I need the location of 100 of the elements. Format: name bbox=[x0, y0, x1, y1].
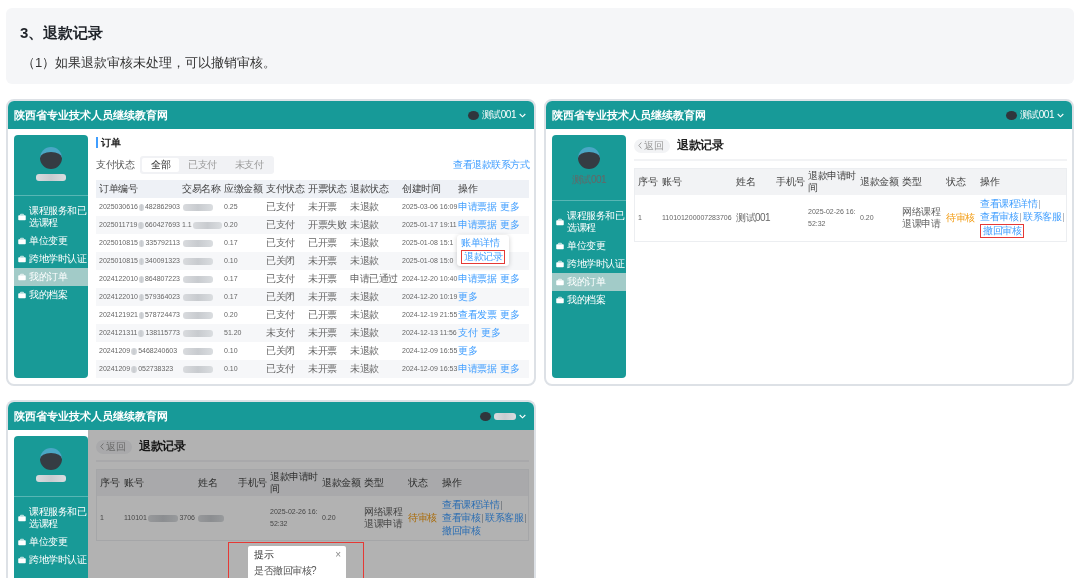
action-link[interactable]: 查看审核 bbox=[980, 211, 1018, 223]
action-link[interactable]: 支付 bbox=[458, 327, 477, 339]
table-cell-text: 未开票 bbox=[307, 363, 338, 375]
action-link[interactable]: 联系客服 bbox=[485, 512, 523, 524]
chevron-left-icon bbox=[638, 142, 642, 149]
table-cell-text: 未退款 bbox=[349, 201, 380, 213]
action-link[interactable]: 更多 bbox=[500, 219, 519, 231]
menu-item[interactable]: 退款记录 bbox=[464, 251, 502, 263]
filter-tab[interactable]: 已支付 bbox=[179, 158, 226, 172]
status-text: 待审核 bbox=[945, 211, 976, 225]
table-cell-text: 未退款 bbox=[349, 345, 380, 357]
briefcase-icon bbox=[18, 291, 26, 299]
account-menu[interactable]: 测试001 bbox=[1005, 108, 1064, 122]
table-cell-text: 已支付 bbox=[265, 363, 296, 375]
sidebar-item[interactable]: 跨地学时认证 bbox=[14, 250, 88, 268]
column-header: 操作 bbox=[979, 176, 1001, 188]
action-link[interactable]: 更多 bbox=[500, 273, 519, 285]
sidebar-item[interactable]: 我的订单 bbox=[552, 273, 626, 291]
briefcase-icon bbox=[18, 273, 26, 281]
action-link[interactable]: 申请票据 bbox=[458, 273, 496, 285]
column-header: 姓名 bbox=[735, 176, 756, 188]
column-header: 类型 bbox=[901, 176, 923, 188]
chevron-down-icon bbox=[1057, 112, 1064, 118]
action-link[interactable]: 联系客服 bbox=[1023, 211, 1061, 223]
action-link[interactable]: 查看课程详情 bbox=[980, 198, 1037, 210]
column-header: 开票状态 bbox=[307, 183, 348, 195]
avatar-placeholder bbox=[467, 110, 479, 120]
table-cell-text: 已支付 bbox=[265, 237, 296, 249]
sidebar-item[interactable]: 我的档案 bbox=[552, 291, 626, 309]
action-link[interactable]: 更多 bbox=[481, 327, 500, 339]
chevron-down-icon bbox=[519, 413, 526, 419]
avatar-placeholder bbox=[480, 411, 491, 421]
briefcase-icon bbox=[18, 514, 26, 522]
column-header: 交易名称 bbox=[181, 183, 222, 195]
action-link[interactable]: 申请票据 bbox=[458, 201, 496, 213]
avatar-placeholder bbox=[40, 448, 62, 470]
sidebar-item[interactable]: 课程服务和已选课程 bbox=[14, 202, 88, 232]
account-menu[interactable] bbox=[480, 411, 526, 421]
table-cell-text: 未开票 bbox=[307, 273, 338, 285]
back-button[interactable]: 返回 bbox=[634, 138, 670, 153]
table-cell-text: 未退款 bbox=[349, 363, 380, 375]
page-title: 退款记录 bbox=[139, 438, 185, 455]
action-link[interactable]: 撤回审核 bbox=[983, 225, 1021, 237]
table-cell-text: 未退款 bbox=[349, 327, 380, 339]
table-cell-text: 未支付 bbox=[265, 327, 296, 339]
table-cell-text: 已支付 bbox=[265, 201, 296, 213]
filter-tab[interactable]: 未支付 bbox=[225, 158, 272, 172]
table-cell-text: 未退款 bbox=[349, 309, 380, 321]
column-header: 退款申请时间 bbox=[807, 170, 857, 194]
briefcase-icon bbox=[18, 538, 26, 546]
table-cell-text: 未开票 bbox=[307, 255, 338, 267]
sidebar-item[interactable]: 课程服务和已选课程 bbox=[552, 207, 626, 237]
table-cell-text: 已关闭 bbox=[265, 291, 296, 303]
user-name: 测试001 bbox=[571, 174, 607, 186]
action-link[interactable]: 更多 bbox=[500, 201, 519, 213]
sidebar-item[interactable]: 我的档案 bbox=[14, 286, 88, 304]
column-header: 操作 bbox=[457, 183, 479, 195]
menu-item[interactable]: 账单详情 bbox=[461, 237, 499, 249]
column-header: 序号 bbox=[99, 477, 121, 489]
name-text: 测试001 bbox=[736, 212, 771, 224]
table-cell-text: 网络课程退课申请 bbox=[363, 505, 404, 531]
briefcase-icon bbox=[556, 218, 564, 226]
sidebar-item[interactable]: 我的订单 bbox=[14, 268, 88, 286]
table-cell-text: 已关闭 bbox=[265, 345, 296, 357]
action-link[interactable]: 更多 bbox=[500, 363, 519, 375]
account-menu[interactable]: 测试001 bbox=[467, 108, 526, 122]
action-link[interactable]: 撤回审核 bbox=[442, 525, 480, 537]
action-link[interactable]: 更多 bbox=[500, 309, 519, 321]
column-header: 退款金额 bbox=[321, 477, 361, 489]
table-cell-text: 网络课程退课申请 bbox=[901, 205, 942, 231]
column-header: 创建时间 bbox=[401, 183, 441, 195]
action-link[interactable]: 查看课程详情 bbox=[442, 499, 499, 511]
filter-tab[interactable]: 全部 bbox=[142, 158, 179, 172]
action-link[interactable]: 更多 bbox=[458, 291, 477, 303]
briefcase-icon bbox=[18, 213, 26, 221]
action-link[interactable]: 申请票据 bbox=[458, 219, 496, 231]
sidebar-item[interactable]: 单位变更 bbox=[552, 237, 626, 255]
sidebar-item[interactable]: 跨地学时认证 bbox=[552, 255, 626, 273]
sidebar-item[interactable]: 课程服务和已选课程 bbox=[14, 503, 88, 533]
close-button[interactable]: × bbox=[335, 549, 341, 561]
page-title: 订单 bbox=[96, 137, 120, 148]
briefcase-icon bbox=[556, 242, 564, 250]
action-link[interactable]: 查看发票 bbox=[458, 309, 496, 321]
action-link[interactable]: 申请票据 bbox=[458, 363, 496, 375]
table-cell-text: 未开票 bbox=[307, 291, 338, 303]
table-cell-text: 已关闭 bbox=[265, 255, 296, 267]
back-button[interactable]: 返回 bbox=[96, 439, 132, 454]
action-link[interactable]: 更多 bbox=[458, 345, 477, 357]
column-header: 退款申请时间 bbox=[269, 471, 319, 495]
action-link[interactable]: 查看审核 bbox=[442, 512, 480, 524]
column-header: 手机号 bbox=[775, 176, 805, 188]
sidebar-item[interactable]: 单位变更 bbox=[14, 232, 88, 250]
contact-link[interactable]: 查看退款联系方式 bbox=[453, 159, 529, 171]
dialog-message: 是否撤回审核? bbox=[254, 564, 318, 578]
sidebar-item[interactable]: 跨地学时认证 bbox=[14, 551, 88, 569]
table-cell-text: 未开票 bbox=[307, 201, 338, 213]
table-cell-text: 未开票 bbox=[307, 327, 338, 339]
sidebar-item[interactable]: 单位变更 bbox=[14, 533, 88, 551]
column-header: 状态 bbox=[945, 176, 967, 188]
briefcase-icon bbox=[556, 278, 564, 286]
